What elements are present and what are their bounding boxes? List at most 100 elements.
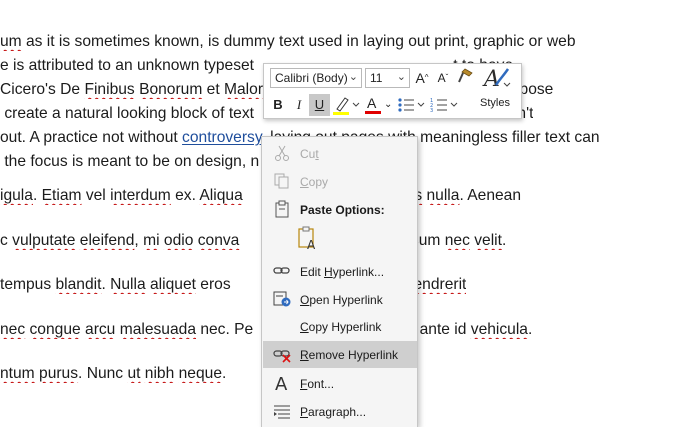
- misspelled-word: Finibus: [84, 81, 135, 98]
- format-painter-icon: [458, 68, 473, 83]
- menu-item-remove-hyperlink[interactable]: Remove Hyperlink: [263, 341, 417, 368]
- font-size-dropdown[interactable]: 11 ⌄: [365, 68, 410, 88]
- menu-item-copy[interactable]: Copy: [263, 168, 417, 195]
- grow-font-icon: A: [415, 70, 425, 86]
- misspelled-word: blandit: [55, 276, 102, 293]
- bold-button[interactable]: B: [268, 94, 288, 116]
- text-run: nec. Pe: [196, 321, 254, 338]
- text-run: tempus: [0, 276, 56, 293]
- misspelled-word: velit: [474, 232, 502, 249]
- font-icon: A: [272, 373, 292, 395]
- open-hyperlink-icon: [272, 289, 292, 309]
- misspelled-word: vulputate: [12, 232, 76, 249]
- paste-keep-text-only-icon[interactable]: A: [297, 225, 319, 252]
- underline-button[interactable]: U: [309, 94, 330, 116]
- text-run: c: [0, 232, 13, 249]
- svg-text:A: A: [482, 67, 500, 92]
- chevron-down-icon: ⌄: [348, 71, 358, 83]
- text-run: et: [202, 81, 225, 98]
- text-run: ,: [134, 232, 144, 249]
- misspelled-word: arcu: [85, 321, 116, 338]
- text-run: .: [101, 276, 111, 293]
- chevron-down-icon: ⌄: [384, 99, 393, 110]
- menu-item-label: Edit Hyperlink...: [300, 265, 385, 279]
- svg-text:3: 3: [430, 108, 433, 114]
- menu-item-label: Copy: [300, 175, 329, 189]
- styles-button[interactable]: A: [480, 65, 514, 95]
- mini-toolbar: Calibri (Body) ⌄ 11 ⌄ A^ Aˇ A B I U A ⌄ …: [263, 63, 522, 119]
- misspelled-word: Etiam: [41, 187, 82, 204]
- menu-item-font[interactable]: A Font...: [263, 370, 417, 397]
- shrink-font-button[interactable]: Aˇ: [434, 67, 452, 89]
- font-name-dropdown[interactable]: Calibri (Body) ⌄: [270, 68, 362, 88]
- text-run: ex.: [170, 187, 200, 204]
- menu-item-label: Remove Hyperlink: [300, 348, 399, 362]
- font-color-button[interactable]: A ⌄: [363, 94, 393, 116]
- edit-hyperlink-icon: [272, 261, 292, 281]
- numbering-button[interactable]: 1 2 3: [429, 94, 459, 116]
- misspelled-word: neque: [178, 365, 222, 382]
- document-line[interactable]: ntum purus. Nunc ut nibh neque.: [0, 365, 226, 383]
- text-run: vel: [81, 187, 111, 204]
- misspelled-word: nec: [0, 321, 26, 338]
- document-line[interactable]: the focus is meant to be on design, n: [0, 153, 259, 171]
- menu-item-copy-hyperlink[interactable]: Copy Hyperlink: [263, 313, 417, 340]
- highlight-color-button[interactable]: [331, 94, 361, 116]
- highlighter-icon: [333, 97, 360, 115]
- svg-text:A: A: [307, 238, 316, 251]
- bullets-button[interactable]: [396, 94, 426, 116]
- menu-item-open-hyperlink[interactable]: Open Hyperlink: [263, 286, 417, 313]
- misspelled-word: Nulla: [110, 276, 146, 293]
- misspelled-word: igula: [0, 187, 33, 204]
- menu-item-label: Font...: [300, 377, 335, 391]
- misspelled-word: Aliqua: [199, 187, 243, 204]
- paragraph-icon: [272, 401, 292, 421]
- font-size-value: 11: [370, 71, 383, 85]
- remove-hyperlink-icon: [272, 344, 292, 364]
- menu-item-label: Open Hyperlink: [300, 293, 383, 307]
- misspelled-word: ntum: [0, 365, 35, 382]
- misspelled-word: aliquet: [150, 276, 196, 293]
- text-run: the focus is meant to be on design, n: [0, 153, 260, 170]
- font-color-swatch: [365, 111, 381, 114]
- italic-button[interactable]: I: [289, 94, 309, 116]
- misspelled-word: um: [0, 33, 22, 50]
- text-run: . Aenean: [459, 187, 522, 204]
- misspelled-word: vehicula: [470, 321, 528, 338]
- format-painter-button[interactable]: [455, 67, 475, 89]
- text-run: create a natural looking block of text: [0, 105, 254, 122]
- document-line[interactable]: c vulputate eleifend, mi odio conva maur…: [0, 232, 506, 250]
- menu-item-label: Paste Options:: [300, 203, 385, 217]
- text-run: .: [527, 321, 533, 338]
- copy-icon: [272, 171, 292, 191]
- document-line[interactable]: um as it is sometimes known, is dummy te…: [0, 33, 576, 51]
- text-run: Cicero's De: [0, 81, 85, 98]
- menu-item-cut[interactable]: Cut: [263, 140, 417, 167]
- misspelled-word: nibh: [144, 365, 175, 382]
- styles-icon: A: [482, 67, 511, 92]
- text-run: e is attributed to an unknown typeset: [0, 57, 254, 74]
- hyperlink-text[interactable]: controversy: [182, 129, 261, 146]
- misspelled-word: conva: [197, 232, 240, 249]
- menu-item-label: Paragraph...: [300, 405, 367, 419]
- grow-font-button[interactable]: A^: [413, 67, 431, 89]
- misspelled-word: mi: [143, 232, 160, 249]
- misspelled-word: odio: [163, 232, 194, 249]
- misspelled-word: congue: [29, 321, 81, 338]
- misspelled-word: interdum: [110, 187, 171, 204]
- misspelled-word: eleifend: [79, 232, 135, 249]
- styles-label: Styles: [480, 97, 510, 109]
- menu-item-paragraph[interactable]: Paragraph...: [263, 398, 417, 425]
- cut-icon: [272, 143, 292, 163]
- svg-text:A: A: [275, 374, 288, 393]
- menu-item-edit-hyperlink[interactable]: Edit Hyperlink...: [263, 258, 417, 285]
- menu-item-paste-options: Paste Options:: [263, 196, 417, 223]
- menu-item-label: Copy Hyperlink: [300, 320, 382, 334]
- text-run: ante id: [415, 321, 471, 338]
- text-run: . Nunc: [78, 365, 128, 382]
- misspelled-word: nec: [444, 232, 470, 249]
- shrink-font-icon: A: [437, 71, 446, 85]
- text-run: as it is sometimes known, is dummy text …: [21, 33, 576, 50]
- misspelled-word: purus: [39, 365, 79, 382]
- bullet-list-icon: [398, 98, 425, 112]
